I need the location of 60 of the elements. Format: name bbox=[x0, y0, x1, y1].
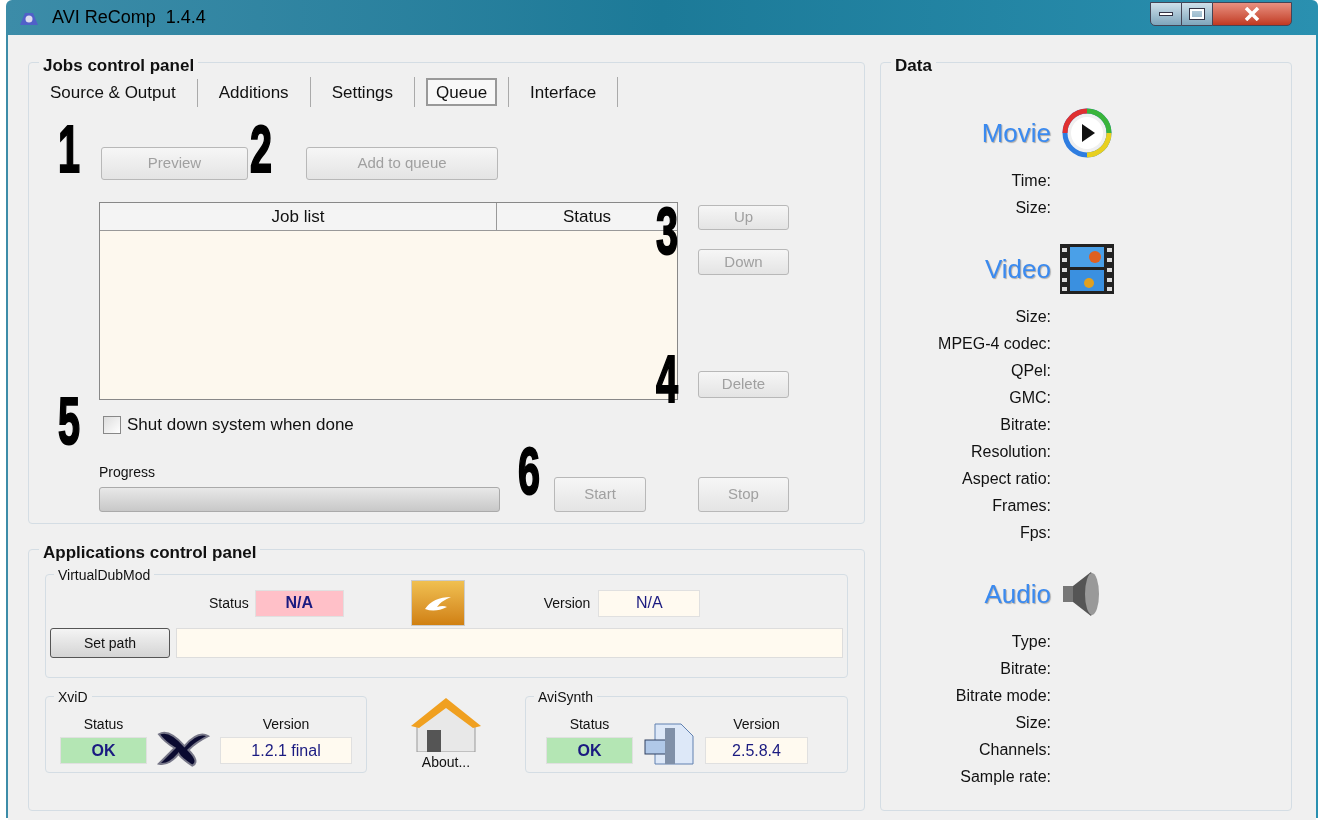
callout-number: 3 bbox=[656, 202, 679, 260]
callout-number: 2 bbox=[250, 120, 273, 178]
status-field: OK bbox=[60, 737, 147, 764]
field-label: Size: bbox=[1014, 307, 1051, 327]
path-field[interactable] bbox=[176, 628, 843, 658]
version-field: 1.2.1 final bbox=[220, 737, 352, 764]
field-label: QPel: bbox=[1010, 361, 1051, 381]
film-document-icon bbox=[641, 722, 697, 766]
film-icon bbox=[1059, 243, 1115, 295]
version-label: Version bbox=[543, 593, 591, 613]
field-label: Time: bbox=[1010, 171, 1051, 191]
field-label: Bitrate: bbox=[999, 415, 1051, 435]
about-button[interactable]: About... bbox=[409, 696, 483, 773]
minimize-button[interactable] bbox=[1150, 1, 1182, 26]
status-label: Status bbox=[83, 715, 124, 734]
checkbox-label: Shut down system when done bbox=[127, 414, 354, 436]
section-heading: Video bbox=[983, 252, 1051, 286]
column-header: Status bbox=[561, 205, 613, 228]
section-heading: Audio bbox=[983, 577, 1051, 611]
status-label: Status bbox=[569, 715, 610, 734]
section-heading: Movie bbox=[980, 116, 1051, 150]
field-label: Resolution: bbox=[969, 442, 1051, 462]
tab[interactable]: Interface bbox=[520, 78, 607, 106]
tab[interactable]: Queue bbox=[426, 78, 498, 106]
house-icon bbox=[409, 696, 483, 752]
feather-icon bbox=[410, 580, 465, 626]
window-title: AVI ReComp 1.4.4 bbox=[52, 6, 206, 29]
tab[interactable]: Settings bbox=[321, 78, 404, 106]
maximize-button[interactable] bbox=[1182, 1, 1212, 26]
version-field: 2.5.8.4 bbox=[705, 737, 808, 764]
callout-number: 1 bbox=[58, 120, 81, 178]
callout-number: 5 bbox=[58, 392, 81, 450]
field-label: GMC: bbox=[1008, 388, 1051, 408]
column-header: Job list bbox=[100, 203, 497, 230]
field-label: Aspect ratio: bbox=[961, 469, 1051, 489]
field-label: Sample rate: bbox=[959, 767, 1051, 787]
version-field: N/A bbox=[598, 589, 701, 617]
tab[interactable]: Source & Output bbox=[40, 78, 186, 106]
set-path-button[interactable]: Set path bbox=[50, 628, 170, 658]
close-icon bbox=[1244, 6, 1260, 21]
field-label: Fps: bbox=[1018, 523, 1051, 543]
field-label: Type: bbox=[1010, 632, 1051, 652]
status-field: OK bbox=[546, 737, 633, 764]
status-field: N/A bbox=[254, 589, 344, 617]
field-label: Bitrate mode: bbox=[954, 686, 1051, 706]
callout-number: 4 bbox=[656, 350, 679, 408]
callout-number: 6 bbox=[518, 442, 541, 500]
field-label: MPEG-4 codec: bbox=[937, 334, 1051, 354]
field-label: Bitrate: bbox=[999, 659, 1051, 679]
tab[interactable]: Additions bbox=[208, 78, 299, 106]
status-label: Status bbox=[209, 593, 249, 613]
version-label: Version bbox=[733, 715, 780, 734]
close-button[interactable] bbox=[1212, 1, 1292, 26]
field-label: Size: bbox=[1014, 198, 1051, 218]
field-label: Size: bbox=[1014, 713, 1051, 733]
field-label: Frames: bbox=[991, 496, 1051, 516]
checkbox[interactable] bbox=[103, 415, 121, 434]
field-label: Channels: bbox=[977, 740, 1051, 760]
version-label: Version bbox=[262, 715, 310, 734]
progress-label: Progress bbox=[99, 462, 157, 482]
